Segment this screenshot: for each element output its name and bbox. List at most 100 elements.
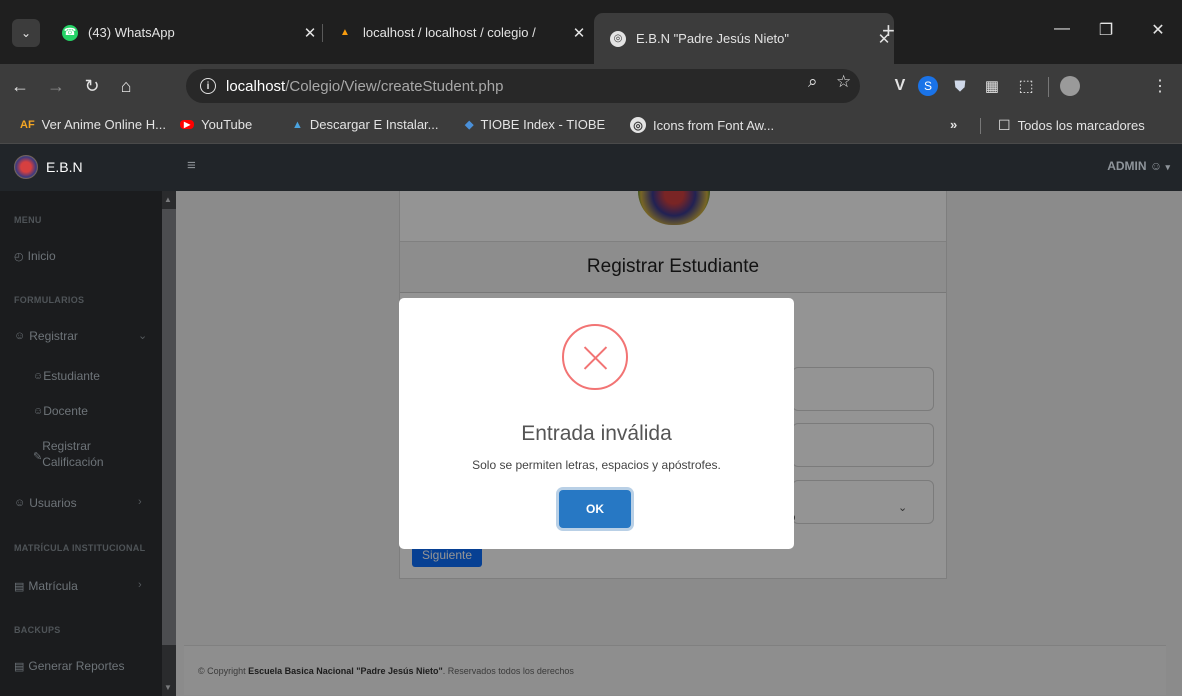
anime-site-icon: AF (20, 118, 35, 131)
chevron-down-icon: ⌄ (20, 26, 32, 40)
sidebar-subitem-calificacion[interactable]: ✎ Registrar Calificación (33, 438, 104, 470)
new-tab-button[interactable]: + (882, 20, 895, 42)
chevron-right-icon: › (138, 579, 142, 591)
school-logo-icon (14, 155, 38, 179)
tab-phpmyadmin[interactable]: ▲ localhost / localhost / colegio / ✕ (327, 13, 589, 52)
sidebar-item-label-group: Registrar Calificación (42, 438, 103, 470)
browser-toolbar: ← → ↻ ⌂ i localhost/Colegio/View/createS… (0, 64, 1182, 108)
sidebar-item-label: Inicio (27, 249, 56, 263)
sidebar-item-label: Usuarios (29, 496, 77, 510)
bookmark-descargar[interactable]: ▲ Descargar E Instalar... (292, 117, 439, 132)
reload-icon[interactable]: ↻ (80, 74, 104, 98)
vivaldi-extension-icon[interactable]: V (890, 76, 910, 96)
error-x-icon (562, 324, 628, 390)
bookmark-youtube[interactable]: ▶ YouTube (180, 117, 252, 132)
extensions-puzzle-icon[interactable]: ⬚ (1016, 76, 1036, 96)
sidebar-item-inicio[interactable]: ◴ Inicio (14, 249, 56, 263)
user-icon: ☺ (14, 330, 26, 342)
scroll-up-icon[interactable]: ▲ (164, 195, 172, 204)
bookmark-font-awesome[interactable]: ◎ Icons from Font Aw... (630, 117, 774, 133)
tab-separator (322, 24, 323, 42)
bookmark-label: TIOBE Index - TIOBE (480, 117, 606, 132)
report-icon: ▤ (14, 660, 25, 673)
sidebar-subitem-docente[interactable]: ☺ Docente (33, 404, 88, 418)
chevron-down-icon: ⌄ (138, 330, 148, 342)
bookmark-ver-anime[interactable]: AF Ver Anime Online H... (20, 117, 166, 132)
bookmark-tiobe[interactable]: ◆ TIOBE Index - TIOBE (465, 117, 605, 132)
globe-icon: ◎ (630, 117, 646, 133)
bookmarks-divider (980, 118, 981, 134)
close-icon[interactable]: ✕ (300, 24, 320, 42)
home-icon[interactable]: ⌂ (114, 74, 138, 98)
sidebar-item-label: Calificación (42, 455, 104, 469)
sidebar-item-matricula[interactable]: ▤ Matrícula (14, 579, 78, 593)
address-bar[interactable]: i localhost/Colegio/View/createStudent.p… (186, 69, 860, 103)
browser-tab-strip: ⌄ ☎ (43) WhatsApp ✕ ▲ localhost / localh… (0, 0, 1182, 64)
phpmyadmin-icon: ▲ (340, 27, 350, 38)
scroll-down-icon[interactable]: ▼ (164, 683, 172, 692)
close-icon[interactable]: ✕ (569, 24, 589, 42)
profile-avatar[interactable] (1060, 76, 1080, 96)
sidebar-subitem-estudiante[interactable]: ☺ Estudiante (33, 369, 100, 383)
tab-title: (43) WhatsApp (88, 25, 175, 40)
error-dialog: Entrada inválida Solo se permiten letras… (399, 298, 794, 549)
folder-icon: ☐ (998, 117, 1011, 133)
sidebar-item-label: Registrar (42, 439, 91, 453)
user-icon: ☺ (1149, 159, 1163, 173)
dialog-title: Entrada inválida (521, 422, 672, 445)
sidebar-item-label: Estudiante (43, 369, 100, 383)
ok-button[interactable]: OK (559, 490, 631, 528)
tab-title: localhost / localhost / colegio / (363, 25, 536, 40)
sidebar-item-registrar[interactable]: ☺ Registrar (14, 329, 78, 343)
sidebar-item-label: Docente (43, 404, 88, 418)
shazam-extension-icon[interactable]: S (918, 76, 938, 96)
bookmark-label: Icons from Font Aw... (653, 117, 775, 133)
building-icon: ▤ (14, 580, 25, 593)
zoom-icon[interactable]: ⌕ (808, 72, 818, 92)
caret-down-icon: ▾ (1165, 162, 1170, 172)
download-icon: ▲ (292, 118, 303, 131)
qr-code-icon[interactable]: ▦ (982, 76, 1002, 96)
tab-whatsapp[interactable]: ☎ (43) WhatsApp ✕ (52, 13, 320, 52)
minimize-icon[interactable]: — (1052, 20, 1072, 38)
users-icon: ☺ (14, 497, 26, 509)
forward-arrow-icon[interactable]: → (44, 74, 68, 98)
dashboard-icon: ◴ (14, 250, 24, 263)
toolbar-divider (1048, 77, 1049, 97)
sidebar-heading-backups: BACKUPS (14, 625, 61, 635)
tab-search-button[interactable]: ⌄ (12, 19, 40, 47)
scrollbar-thumb[interactable] (162, 209, 176, 645)
more-menu-icon[interactable]: ⋮ (1150, 76, 1170, 96)
globe-icon: ◎ (610, 30, 626, 47)
chevron-right-icon: › (138, 496, 142, 508)
admin-user-menu[interactable]: ADMIN ☺ ▾ (1107, 159, 1170, 173)
dialog-message: Solo se permiten letras, espacios y após… (472, 458, 721, 472)
bookmark-label: Descargar E Instalar... (309, 117, 439, 132)
sidebar-heading-matricula: MATRÍCULA INSTITUCIONAL (14, 543, 146, 553)
bookmark-star-icon[interactable]: ☆ (836, 72, 851, 92)
sidebar-item-label: Registrar (29, 329, 78, 343)
window-close-icon[interactable]: ✕ (1148, 20, 1168, 40)
student-icon: ☺ (33, 370, 44, 382)
all-bookmarks-folder[interactable]: ☐ Todos los marcadores (998, 117, 1145, 134)
site-info-icon[interactable]: i (200, 78, 216, 94)
sidebar-scrollbar[interactable]: ▲ ▼ (162, 191, 176, 696)
app-top-navbar: E.B.N ≡ ADMIN ☺ ▾ (0, 144, 1182, 191)
sidebar-item-usuarios[interactable]: ☺ Usuarios (14, 496, 77, 510)
sidebar-item-label: Matrícula (28, 579, 78, 593)
sidebar-item-generar-reportes[interactable]: ▤ Generar Reportes (14, 659, 124, 673)
bookmarks-overflow-button[interactable]: » (950, 117, 957, 132)
restore-icon[interactable]: ❐ (1096, 20, 1116, 40)
bookmarks-bar: AF Ver Anime Online H... ▶ YouTube ▲ Des… (0, 108, 1182, 144)
shield-icon[interactable]: ⛊ (950, 76, 970, 96)
sidebar-toggle-icon[interactable]: ≡ (187, 157, 196, 174)
back-arrow-icon[interactable]: ← (8, 74, 32, 98)
bookmark-label: YouTube (201, 117, 253, 132)
sidebar-item-label: Generar Reportes (28, 659, 125, 673)
tab-ebn-active[interactable]: ◎ E.B.N "Padre Jesús Nieto" ✕ (594, 13, 894, 64)
tab-title: E.B.N "Padre Jesús Nieto" (636, 31, 790, 46)
sidebar-heading-formularios: FORMULARIOS (14, 295, 85, 305)
app-brand[interactable]: E.B.N (14, 155, 83, 179)
sidebar: MENU ◴ Inicio FORMULARIOS ☺ Registrar ⌄ … (0, 191, 176, 696)
url-host: localhost (226, 77, 286, 95)
